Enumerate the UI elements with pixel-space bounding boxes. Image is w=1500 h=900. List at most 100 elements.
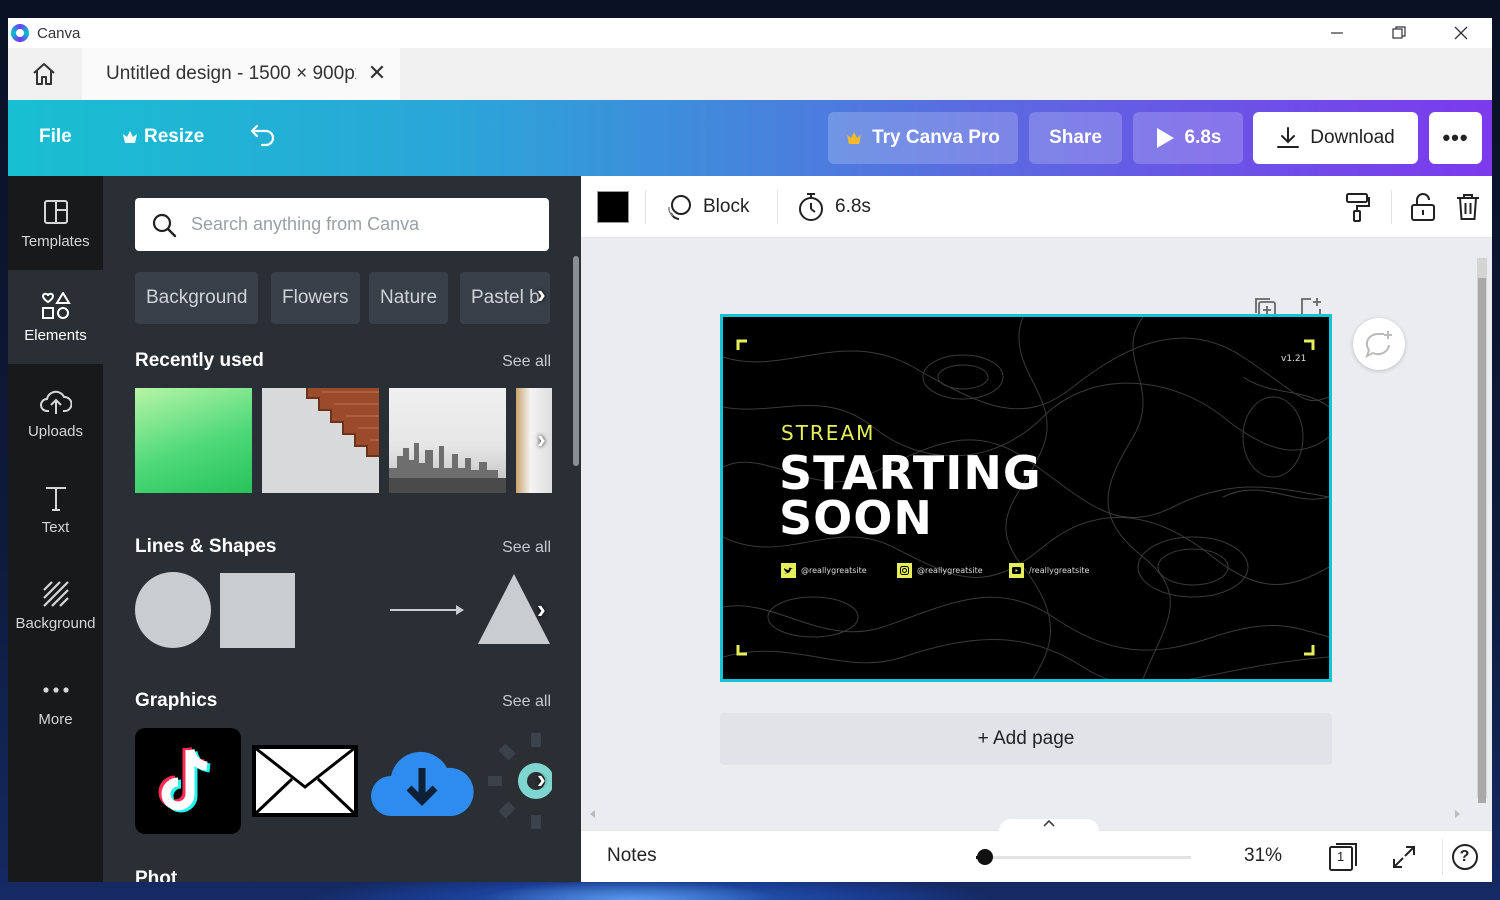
minimize-button[interactable] [1306, 18, 1368, 48]
twitter-handle: @reallygreatsite [801, 566, 867, 575]
page-count-button[interactable]: 1 [1328, 839, 1358, 875]
twitter-social-item: @reallygreatsite [781, 563, 867, 578]
graphic-cloud-download[interactable] [369, 742, 475, 818]
canvas-vertical-scrollbar[interactable] [1477, 258, 1487, 803]
app-title: Canva [37, 24, 81, 42]
graphics-title: Graphics [135, 690, 218, 711]
resize-label: Resize [144, 126, 205, 147]
canva-logo-icon [11, 24, 29, 42]
lines-shapes-see-all[interactable]: See all [502, 539, 551, 557]
design-headline-line1: STARTING [779, 446, 1042, 500]
expand-icon [1393, 846, 1415, 868]
timing-button[interactable]: 6.8s [797, 176, 871, 238]
nav-label: Text [41, 518, 70, 536]
document-tab[interactable]: Untitled design - 1500 × 900px ✕ [82, 48, 400, 100]
close-window-button[interactable] [1430, 18, 1492, 48]
graphics-see-all[interactable]: See all [502, 693, 551, 711]
zoom-slider[interactable] [976, 849, 1191, 865]
toolbar-divider [645, 190, 646, 224]
home-button[interactable] [26, 58, 62, 90]
try-pro-label: Try Canva Pro [872, 127, 1000, 148]
recent-thumb-brick-wall[interactable] [262, 388, 379, 493]
share-button[interactable]: Share [1029, 112, 1122, 164]
chevron-up-icon [1043, 819, 1055, 827]
copy-style-button[interactable] [1345, 176, 1371, 238]
app-window: Canva Untitled design - 1500 × 900px ✕ F… [8, 18, 1492, 882]
color-swatch[interactable] [597, 191, 629, 223]
graphic-envelope[interactable] [252, 745, 358, 817]
undo-button[interactable] [249, 122, 277, 148]
resize-button[interactable]: Resize [122, 126, 204, 148]
scrollbar-thumb[interactable] [1478, 278, 1486, 803]
nav-item-uploads[interactable]: Uploads [8, 366, 103, 460]
tiktok-icon [158, 746, 211, 813]
timer-icon [799, 193, 823, 221]
minimize-icon [1331, 32, 1343, 34]
notes-button[interactable]: Notes [607, 845, 657, 867]
close-icon [1454, 26, 1468, 40]
tab-close-button[interactable]: ✕ [364, 60, 390, 86]
undo-icon [250, 124, 275, 147]
help-button[interactable]: ? [1442, 839, 1478, 875]
chip-background[interactable]: Background [135, 272, 259, 324]
toolbar-divider [1391, 190, 1392, 224]
nav-item-more[interactable]: More [8, 654, 103, 748]
expand-pages-button[interactable] [999, 819, 1099, 833]
trash-icon [1457, 194, 1479, 220]
shapes-next-arrow-icon[interactable]: › [537, 594, 546, 625]
nav-item-templates[interactable]: Templates [8, 176, 103, 270]
chip-flowers[interactable]: Flowers [271, 272, 360, 324]
animate-button[interactable]: Block [665, 176, 749, 238]
more-icon [42, 675, 70, 705]
try-canva-pro-button[interactable]: Try Canva Pro [828, 112, 1018, 164]
design-headline-line2: SOON [779, 491, 933, 545]
recently-used-see-all[interactable]: See all [502, 353, 551, 371]
editor-canvas: v1.21 STREAM STARTING SOON @reallygreats… [581, 238, 1492, 830]
youtube-social-item: /reallygreatsite [1009, 563, 1089, 578]
panel-scrollbar[interactable] [573, 256, 579, 466]
editor-toolbar: File Resize Try Canva Pro Share 6.8s Dow… [8, 100, 1492, 176]
shape-square[interactable] [220, 573, 295, 648]
restore-button[interactable] [1368, 18, 1430, 48]
file-menu[interactable]: File [39, 126, 72, 148]
delete-button[interactable] [1456, 176, 1480, 238]
lock-button[interactable] [1410, 176, 1436, 238]
timing-label: 6.8s [835, 196, 871, 217]
present-play-button[interactable]: 6.8s [1133, 112, 1243, 164]
zoom-percentage[interactable]: 31% [1244, 845, 1282, 867]
youtube-icon [1009, 563, 1024, 578]
download-label: Download [1310, 127, 1395, 148]
search-box[interactable] [135, 198, 549, 251]
recent-thumb-city-skyline[interactable] [389, 388, 506, 493]
graphic-tiktok-logo[interactable] [135, 728, 241, 834]
shape-line[interactable] [305, 608, 380, 612]
nav-label: Uploads [27, 422, 84, 440]
chips-next-arrow-icon[interactable]: › [537, 279, 546, 310]
more-options-button[interactable]: ••• [1429, 112, 1482, 164]
nav-label: Templates [21, 232, 90, 250]
recent-thumb-partial[interactable] [516, 388, 552, 493]
recent-thumb-green-gradient[interactable] [135, 388, 252, 493]
crown-icon [123, 131, 137, 143]
fullscreen-button[interactable] [1389, 839, 1419, 875]
nav-label: Background [15, 614, 96, 632]
nav-item-text[interactable]: Text [8, 462, 103, 556]
youtube-handle: /reallygreatsite [1029, 566, 1090, 575]
add-comment-button[interactable] [1353, 318, 1405, 370]
shape-arrow-line[interactable] [390, 603, 466, 617]
chip-nature[interactable]: Nature [369, 272, 449, 324]
recent-next-arrow-icon[interactable]: › [537, 424, 546, 455]
comment-add-icon [1365, 331, 1392, 358]
cloud-download-icon [371, 751, 474, 816]
graphics-next-arrow-icon[interactable]: › [537, 764, 546, 795]
zoom-slider-handle[interactable] [977, 849, 994, 865]
shape-circle[interactable] [135, 572, 211, 648]
nav-item-elements[interactable]: Elements [8, 270, 103, 364]
design-page[interactable]: v1.21 STREAM STARTING SOON @reallygreats… [720, 314, 1332, 682]
search-input[interactable] [191, 214, 521, 235]
add-page-button[interactable]: + Add page [720, 713, 1332, 765]
download-button[interactable]: Download [1253, 112, 1418, 164]
unlock-icon [1411, 193, 1435, 221]
nav-item-background[interactable]: Background [8, 558, 103, 652]
background-icon [42, 579, 70, 609]
